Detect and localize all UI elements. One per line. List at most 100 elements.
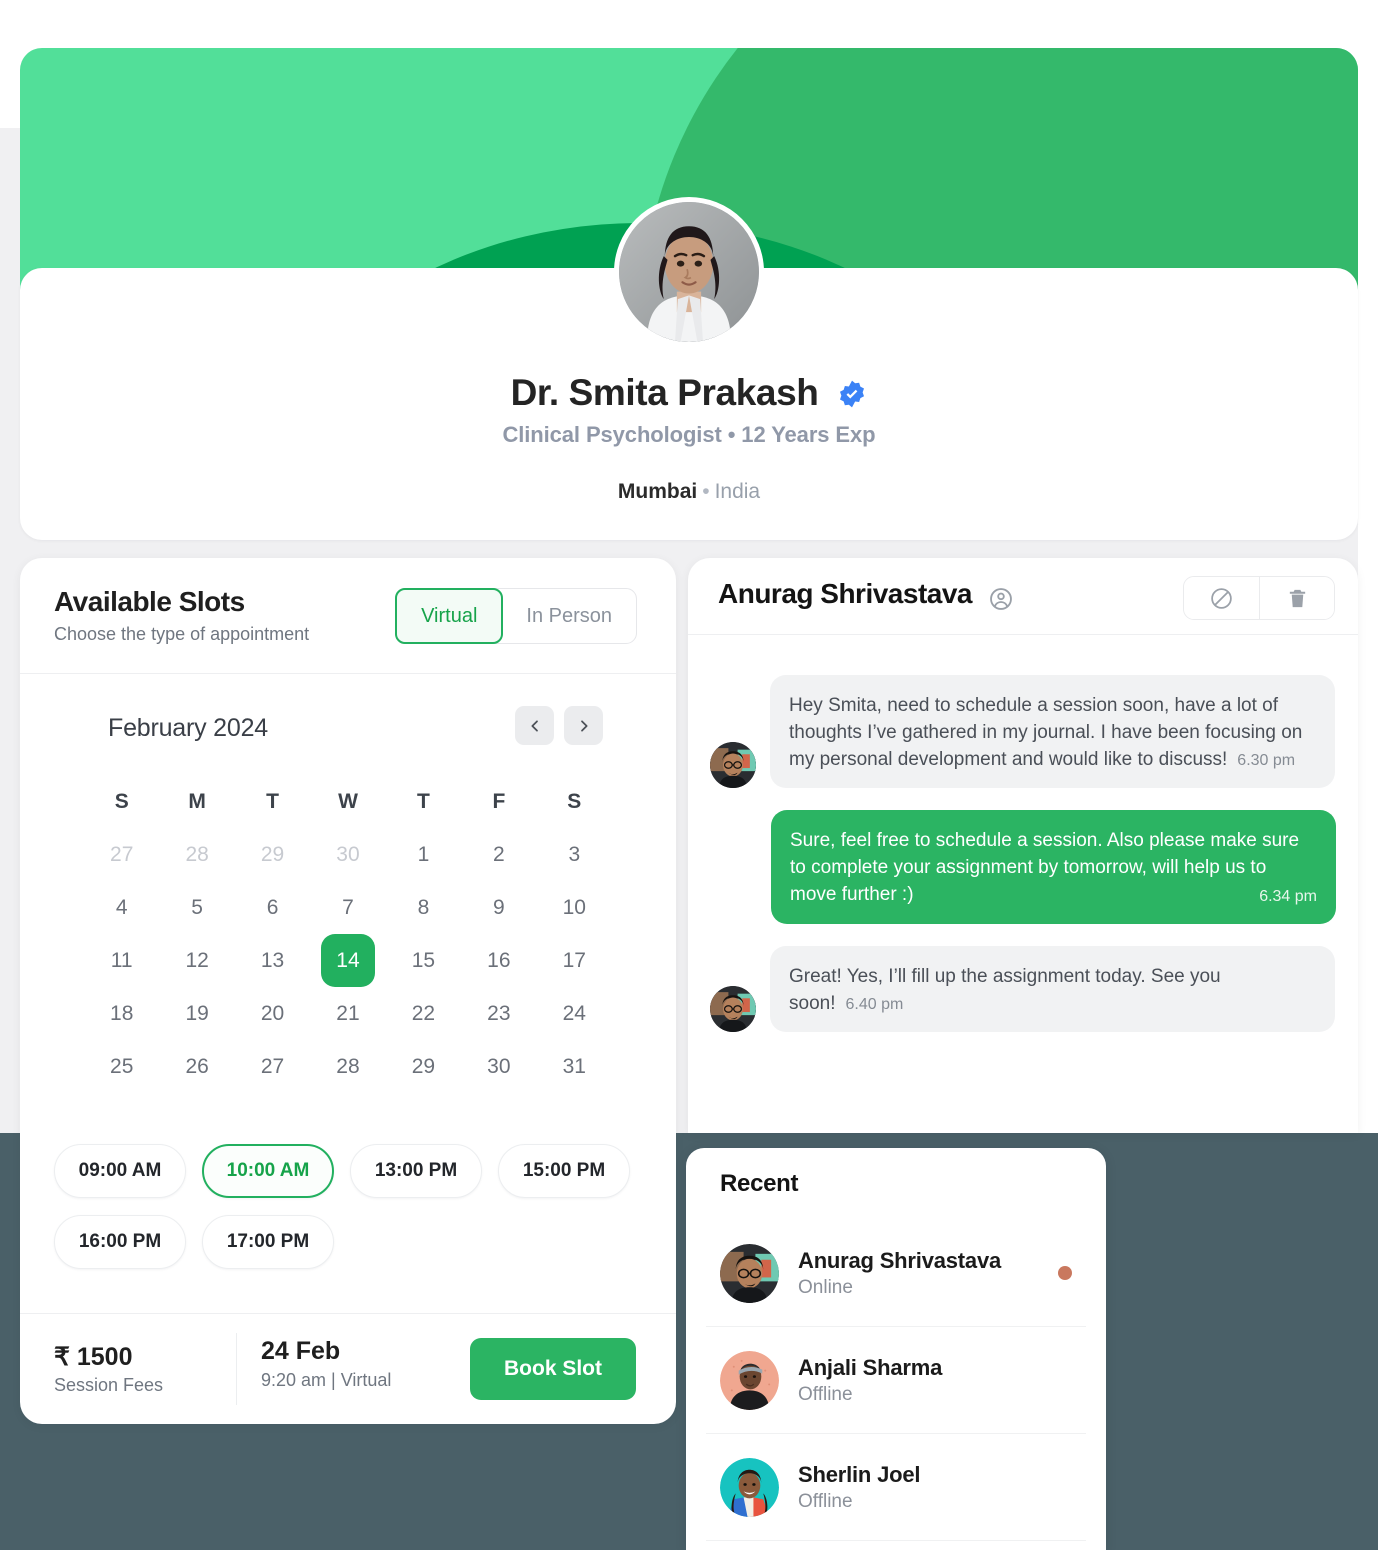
appointment-type-toggle[interactable]: Virtual In Person <box>395 588 637 644</box>
calendar-day-label: 17 <box>562 948 586 972</box>
calendar-day-header: F <box>492 790 506 813</box>
time-slot[interactable]: 09:00 AM <box>54 1144 186 1198</box>
calendar-day[interactable]: 26 <box>159 1040 234 1093</box>
calendar-day-label: 4 <box>115 895 128 919</box>
calendar-month-label: February 2024 <box>108 714 268 742</box>
calendar-day-label: 12 <box>185 948 209 972</box>
toggle-option-in-person[interactable]: In Person <box>502 589 636 643</box>
calendar-day-selected[interactable]: 14 <box>310 934 385 987</box>
calendar-day-label: 26 <box>185 1054 209 1078</box>
calendar-day[interactable]: 18 <box>84 987 159 1040</box>
calendar-day[interactable]: 30 <box>310 828 385 881</box>
calendar-day-label: 16 <box>487 948 511 972</box>
calendar-day[interactable]: 17 <box>537 934 612 987</box>
calendar-month-row: February 2024 <box>20 706 676 776</box>
calendar-day-label: 1 <box>417 842 430 866</box>
calendar-day-label: 5 <box>191 895 203 919</box>
calendar-day[interactable]: 6 <box>235 881 310 934</box>
calendar-day-label: 27 <box>110 842 134 866</box>
time-slot[interactable]: 15:00 PM <box>498 1144 630 1198</box>
page-background-right <box>1358 0 1378 1133</box>
calendar-day[interactable]: 16 <box>461 934 536 987</box>
chat-action-group <box>1183 576 1335 620</box>
chat-message-time: 6.34 pm <box>1259 888 1317 905</box>
status-badge: Offline <box>798 1490 853 1512</box>
sherlin-avatar <box>720 1457 779 1517</box>
calendar-day-label: 28 <box>336 1054 360 1078</box>
chat-message-list: Hey Smita, need to schedule a session so… <box>688 635 1358 1054</box>
calendar-day[interactable]: 30 <box>461 1040 536 1093</box>
calendar-day[interactable]: 29 <box>386 1040 461 1093</box>
time-slot[interactable]: 17:00 PM <box>202 1215 334 1269</box>
calendar-day[interactable]: 2 <box>461 828 536 881</box>
calendar-day[interactable]: 27 <box>84 828 159 881</box>
calendar-day-label: 23 <box>487 1001 511 1025</box>
doctor-location: Mumbai • India <box>0 480 1378 504</box>
calendar-day-label: 13 <box>260 948 285 972</box>
status-badge: Offline <box>798 1383 853 1405</box>
chat-header: Anurag Shrivastava <box>688 558 1358 635</box>
calendar-day-header: M <box>188 790 206 813</box>
calendar-day[interactable]: 31 <box>537 1040 612 1093</box>
calendar-day-label: 29 <box>260 842 285 866</box>
user-circle-icon[interactable] <box>988 586 1014 617</box>
calendar-day[interactable]: 5 <box>159 881 234 934</box>
calendar-day-label: 7 <box>342 895 354 919</box>
calendar-day[interactable]: 10 <box>537 881 612 934</box>
time-slot[interactable]: 13:00 PM <box>350 1144 482 1198</box>
calendar-day-label: 29 <box>411 1054 436 1078</box>
calendar-day-label: 20 <box>260 1001 285 1025</box>
list-item[interactable]: Anurag Shrivastava Online <box>706 1220 1086 1327</box>
toggle-option-virtual[interactable]: Virtual <box>395 588 504 644</box>
calendar-day[interactable]: 4 <box>84 881 159 934</box>
calendar-day-label: 18 <box>110 1001 134 1025</box>
block-icon[interactable] <box>1184 577 1259 619</box>
calendar-day[interactable]: 21 <box>310 987 385 1040</box>
calendar-day-label: 31 <box>562 1054 586 1078</box>
time-slot-list: 09:00 AM 10:00 AM 13:00 PM 15:00 PM 16:00 PM… <box>20 1144 676 1269</box>
calendar-day[interactable]: 3 <box>537 828 612 881</box>
calendar-day[interactable]: 15 <box>386 934 461 987</box>
calendar-day[interactable]: 22 <box>386 987 461 1040</box>
time-slot-selected[interactable]: 10:00 AM <box>202 1144 334 1198</box>
chat-message-time: 6.30 pm <box>1237 752 1296 769</box>
list-item[interactable]: Anjali Sharma Offline <box>706 1327 1086 1434</box>
calendar-day[interactable]: 24 <box>537 987 612 1040</box>
calendar-day[interactable]: 13 <box>235 934 310 987</box>
book-slot-button[interactable]: Book Slot <box>470 1338 636 1400</box>
calendar-day[interactable]: 28 <box>159 828 234 881</box>
doctor-subtitle: Clinical Psychologist • 12 Years Exp <box>502 422 876 447</box>
calendar-day-label: 3 <box>568 842 581 866</box>
chevron-left-icon[interactable] <box>515 706 554 745</box>
time-slot[interactable]: 16:00 PM <box>54 1215 186 1269</box>
calendar-day[interactable]: 19 <box>159 987 234 1040</box>
calendar-day[interactable]: 23 <box>461 987 536 1040</box>
chat-message-text: Hey Smita, need to schedule a session so… <box>789 695 1303 770</box>
calendar-day[interactable]: 9 <box>461 881 536 934</box>
calendar-day[interactable]: 29 <box>235 828 310 881</box>
calendar-day[interactable]: 11 <box>84 934 159 987</box>
trash-icon[interactable] <box>1259 577 1334 619</box>
recent-contacts-card: Recent Anurag Shrivastava Online Anjali Sh… <box>686 1148 1106 1550</box>
recent-contact-list: Anurag Shrivastava Online Anjali Sharma Off… <box>686 1220 1106 1541</box>
status-badge: Online <box>798 1276 853 1298</box>
recent-contact-name: Sherlin Joel <box>798 1461 921 1487</box>
session-fee-amount: ₹ 1500 <box>54 1343 133 1371</box>
location-separator: • <box>702 480 710 503</box>
calendar-day[interactable]: 20 <box>235 987 310 1040</box>
calendar-day-label: 10 <box>562 895 586 919</box>
calendar-day-label: 21 <box>336 1001 360 1025</box>
calendar-day[interactable]: 28 <box>310 1040 385 1093</box>
calendar-day[interactable]: 7 <box>310 881 385 934</box>
calendar-day[interactable]: 25 <box>84 1040 159 1093</box>
recent-contact-info: Sherlin Joel Offline <box>798 1462 1058 1513</box>
calendar-day[interactable]: 8 <box>386 881 461 934</box>
calendar-day[interactable]: 27 <box>235 1040 310 1093</box>
list-item[interactable]: Sherlin Joel Offline <box>706 1434 1086 1541</box>
appointment-detail: 9:20 am | Virtual <box>261 1370 392 1390</box>
calendar-day[interactable]: 1 <box>386 828 461 881</box>
calendar-day[interactable]: 12 <box>159 934 234 987</box>
available-slots-card: Available Slots Choose the type of appoi… <box>20 558 676 1424</box>
doctor-name: Dr. Smita Prakash <box>510 372 819 413</box>
chevron-right-icon[interactable] <box>564 706 603 745</box>
